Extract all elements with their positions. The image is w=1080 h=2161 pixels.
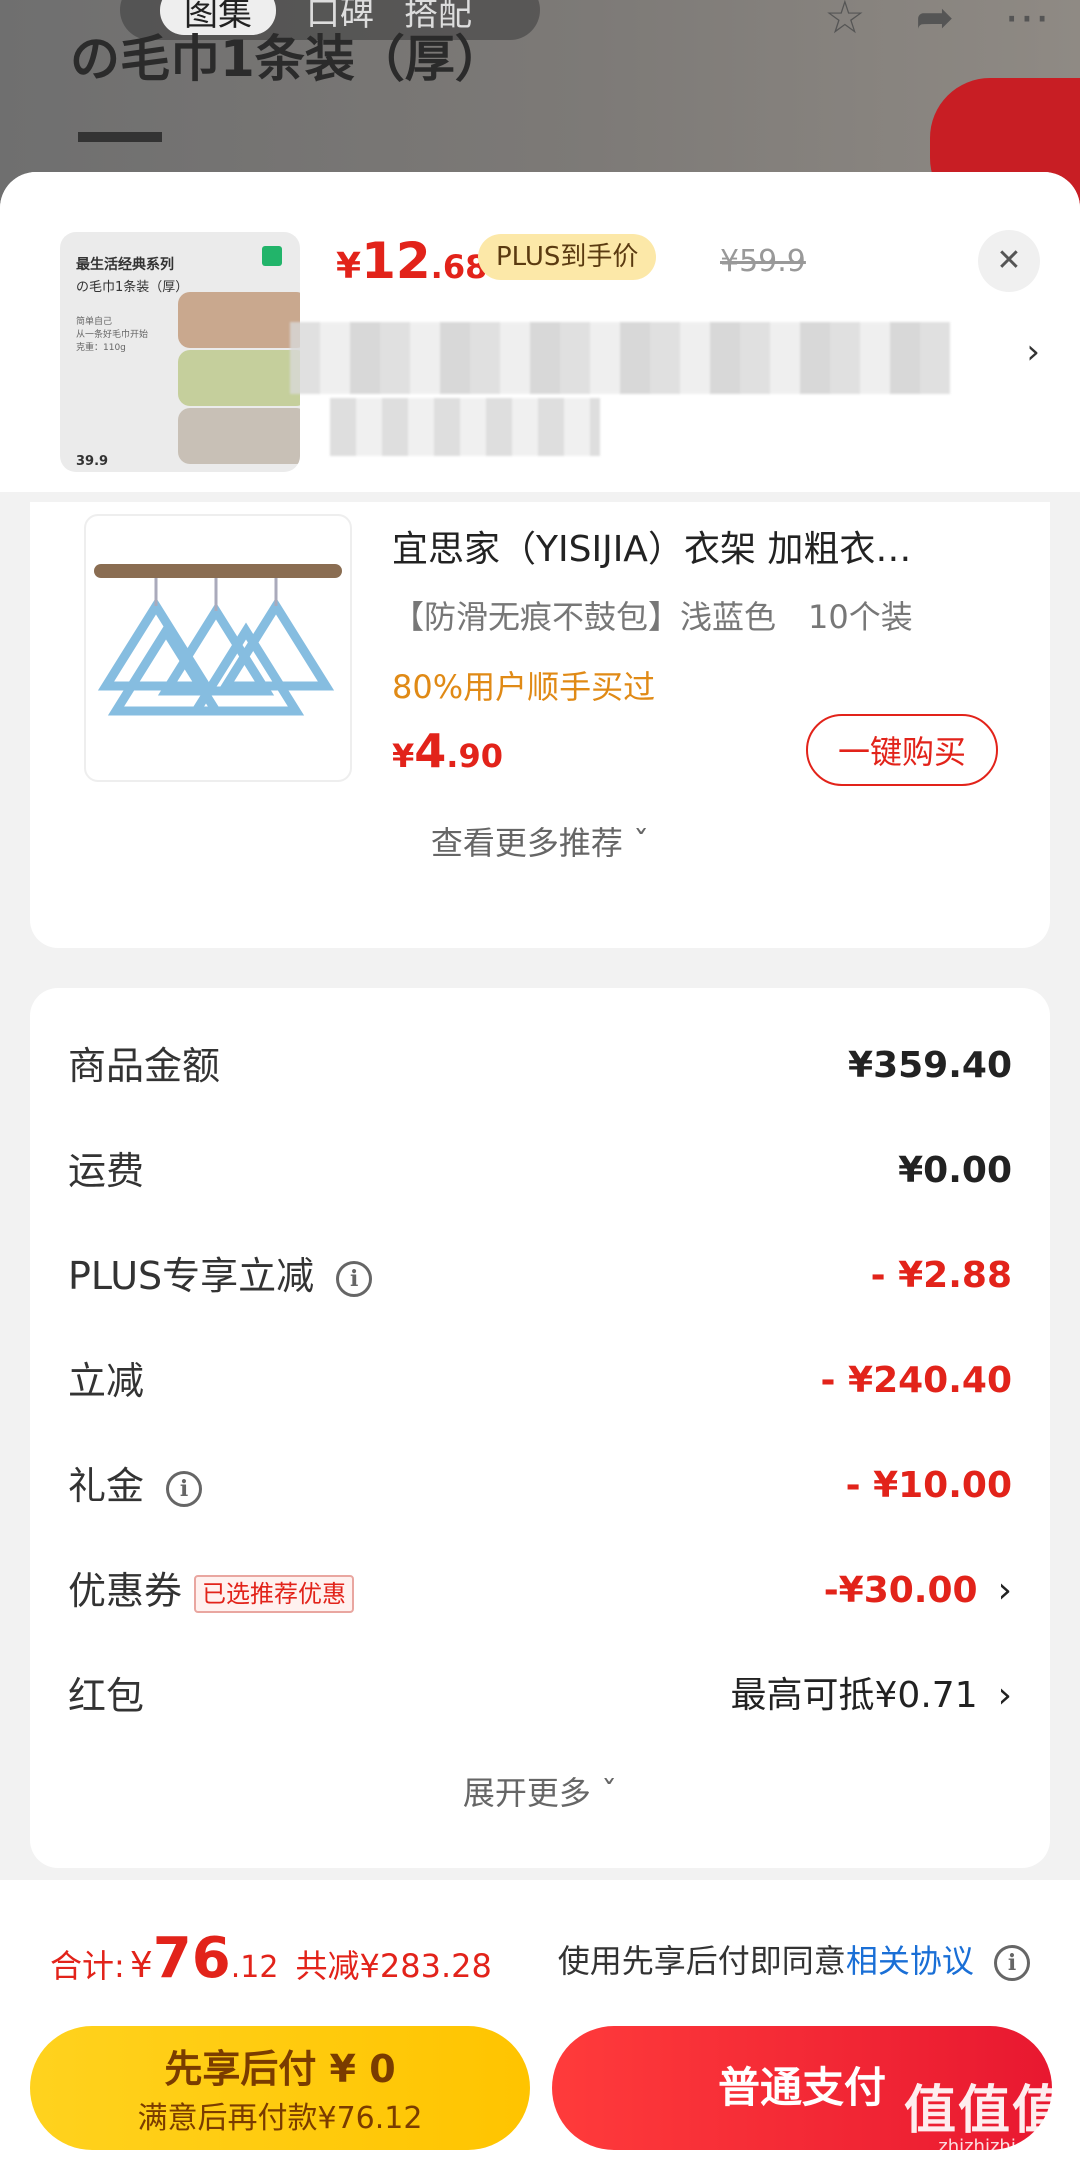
original-price: ¥59.9 bbox=[720, 244, 806, 279]
plus-price-tag: PLUS到手价 bbox=[478, 234, 657, 280]
summary-label-wrap: PLUS专享立减 i bbox=[68, 1246, 373, 1306]
agreement-link[interactable]: 相关协议 bbox=[846, 1942, 974, 1980]
price-symbol: ¥ bbox=[392, 737, 415, 775]
total-decimal: .12 bbox=[230, 1950, 279, 1985]
recommend-card: 宜思家（YISIJIA）衣架 加粗衣… 【防滑无痕不鼓包】浅蓝色 10个装 80… bbox=[30, 502, 1050, 948]
one-click-buy-button[interactable]: 一键购买 bbox=[806, 714, 998, 786]
background-divider bbox=[78, 132, 162, 142]
sheet-header: 最生活经典系列 の毛巾1条装（厚） 简单自己 从一条好毛巾开始 克重：110g … bbox=[0, 172, 1080, 492]
recommend-bought: 80%用户顺手买过 bbox=[392, 668, 656, 706]
pay-later-title: 先享后付 ¥ 0 bbox=[164, 2047, 396, 2091]
total-reduce: 共减¥283.28 bbox=[295, 1947, 492, 1985]
hanger-illustration bbox=[94, 564, 342, 716]
more-recommend-link[interactable]: 查看更多推荐 ˇ bbox=[30, 818, 1050, 864]
pay-later-button[interactable]: 先享后付 ¥ 0 满意后再付款¥76.12 bbox=[30, 2026, 530, 2150]
blurred-address[interactable] bbox=[290, 322, 950, 394]
total-integer: 76 bbox=[152, 1926, 231, 1991]
summary-label: 礼金 bbox=[68, 1464, 145, 1508]
summary-row-plus: PLUS专享立减 i - ¥2.88 bbox=[68, 1246, 1012, 1306]
summary-label: PLUS专享立减 bbox=[68, 1254, 315, 1298]
watermark-logo: 值值值 bbox=[903, 2081, 1066, 2141]
towel-image-middle bbox=[178, 350, 300, 406]
summary-value: ¥0.00 bbox=[898, 1150, 1012, 1191]
thumb-subtitle: の毛巾1条装（厚） bbox=[76, 280, 189, 295]
summary-value-wrap: 最高可抵¥0.71 › bbox=[731, 1666, 1012, 1726]
chevron-right-icon[interactable]: › bbox=[1026, 332, 1040, 372]
price-summary-card: 商品金额 ¥359.40 运费 ¥0.00 PLUS专享立减 i - ¥2.88 … bbox=[30, 988, 1050, 1868]
checkout-sheet: 最生活经典系列 の毛巾1条装（厚） 简单自己 从一条好毛巾开始 克重：110g … bbox=[0, 172, 1080, 2161]
summary-value: ¥359.40 bbox=[848, 1045, 1012, 1086]
coupon-tag: 已选推荐优惠 bbox=[194, 1574, 355, 1613]
recommend-spec: 【防滑无痕不鼓包】浅蓝色 10个装 bbox=[392, 598, 913, 636]
info-icon[interactable]: i bbox=[166, 1470, 203, 1507]
thumb-note: 简单自己 从一条好毛巾开始 克重：110g bbox=[76, 317, 149, 353]
total-symbol: ¥ bbox=[129, 1945, 153, 1986]
summary-row-goods: 商品金额 ¥359.40 bbox=[68, 1036, 1012, 1096]
summary-label: 优惠券 bbox=[68, 1569, 183, 1613]
summary-value: 最高可抵¥0.71 bbox=[730, 1675, 978, 1716]
watermark-url: zhizhizhi.com bbox=[938, 2136, 1060, 2157]
summary-value: - ¥240.40 bbox=[820, 1360, 1012, 1401]
price-integer: 4 bbox=[414, 724, 447, 778]
summary-row-coupon[interactable]: 优惠券 已选推荐优惠 -¥30.00 › bbox=[68, 1561, 1012, 1621]
summary-label: 立减 bbox=[68, 1359, 145, 1403]
background-icons: ☆ ➦ ⋯ bbox=[824, 0, 1050, 44]
star-icon: ☆ bbox=[824, 0, 866, 44]
chevron-right-icon[interactable]: › bbox=[998, 1570, 1012, 1611]
summary-label: 运费 bbox=[68, 1149, 145, 1193]
blurred-address-line2 bbox=[330, 398, 600, 456]
summary-value: -¥30.00 bbox=[823, 1570, 978, 1611]
thumb-title: 最生活经典系列 bbox=[76, 257, 174, 273]
summary-row-shipping: 运费 ¥0.00 bbox=[68, 1141, 1012, 1201]
summary-label: 红包 bbox=[68, 1674, 145, 1718]
brand-icon bbox=[262, 246, 282, 266]
pay-later-subtitle: 满意后再付款¥76.12 bbox=[137, 2101, 423, 2136]
info-icon[interactable]: i bbox=[336, 1260, 373, 1297]
summary-label-wrap: 礼金 i bbox=[68, 1456, 203, 1516]
summary-value: - ¥2.88 bbox=[870, 1255, 1012, 1296]
price-integer: 12 bbox=[361, 232, 431, 290]
product-thumbnail: 最生活经典系列 の毛巾1条装（厚） 简单自己 从一条好毛巾开始 克重：110g … bbox=[60, 232, 300, 472]
summary-row-redpacket[interactable]: 红包 最高可抵¥0.71 › bbox=[68, 1666, 1012, 1726]
summary-value: - ¥10.00 bbox=[845, 1465, 1012, 1506]
summary-value-wrap: -¥30.00 › bbox=[824, 1561, 1012, 1621]
total-summary: 合计: ¥76.12 共减¥283.28 bbox=[50, 1926, 492, 1991]
info-icon[interactable]: i bbox=[994, 1945, 1030, 1981]
more-icon: ⋯ bbox=[1004, 0, 1050, 44]
share-icon: ➦ bbox=[915, 0, 954, 44]
price-symbol: ¥ bbox=[336, 246, 362, 287]
summary-row-gift: 礼金 i - ¥10.00 bbox=[68, 1456, 1012, 1516]
summary-row-discount: 立减 - ¥240.40 bbox=[68, 1351, 1012, 1411]
thumb-price: 39.9 bbox=[76, 454, 109, 469]
background-title: の毛巾1条装（厚） bbox=[70, 30, 505, 88]
summary-label-wrap: 优惠券 已选推荐优惠 bbox=[68, 1561, 355, 1621]
agreement-text: 使用先享后付即同意相关协议 i bbox=[558, 1936, 1030, 1982]
expand-more-link[interactable]: 展开更多 ˇ bbox=[30, 1768, 1050, 1814]
towel-image-bottom bbox=[178, 408, 300, 464]
recommend-price: ¥4.90 bbox=[392, 724, 503, 778]
close-icon[interactable]: ✕ bbox=[978, 230, 1040, 292]
price-decimal: .90 bbox=[446, 737, 503, 775]
plus-price: ¥12.68 bbox=[336, 232, 487, 290]
summary-label: 商品金额 bbox=[68, 1044, 221, 1088]
total-label: 合计: bbox=[50, 1947, 125, 1985]
agreement-prefix: 使用先享后付即同意 bbox=[557, 1942, 846, 1980]
towel-image-top bbox=[178, 292, 300, 348]
hanger-image[interactable] bbox=[84, 514, 352, 782]
recommend-title[interactable]: 宜思家（YISIJIA）衣架 加粗衣… bbox=[392, 520, 1002, 572]
chevron-right-icon[interactable]: › bbox=[998, 1675, 1012, 1716]
